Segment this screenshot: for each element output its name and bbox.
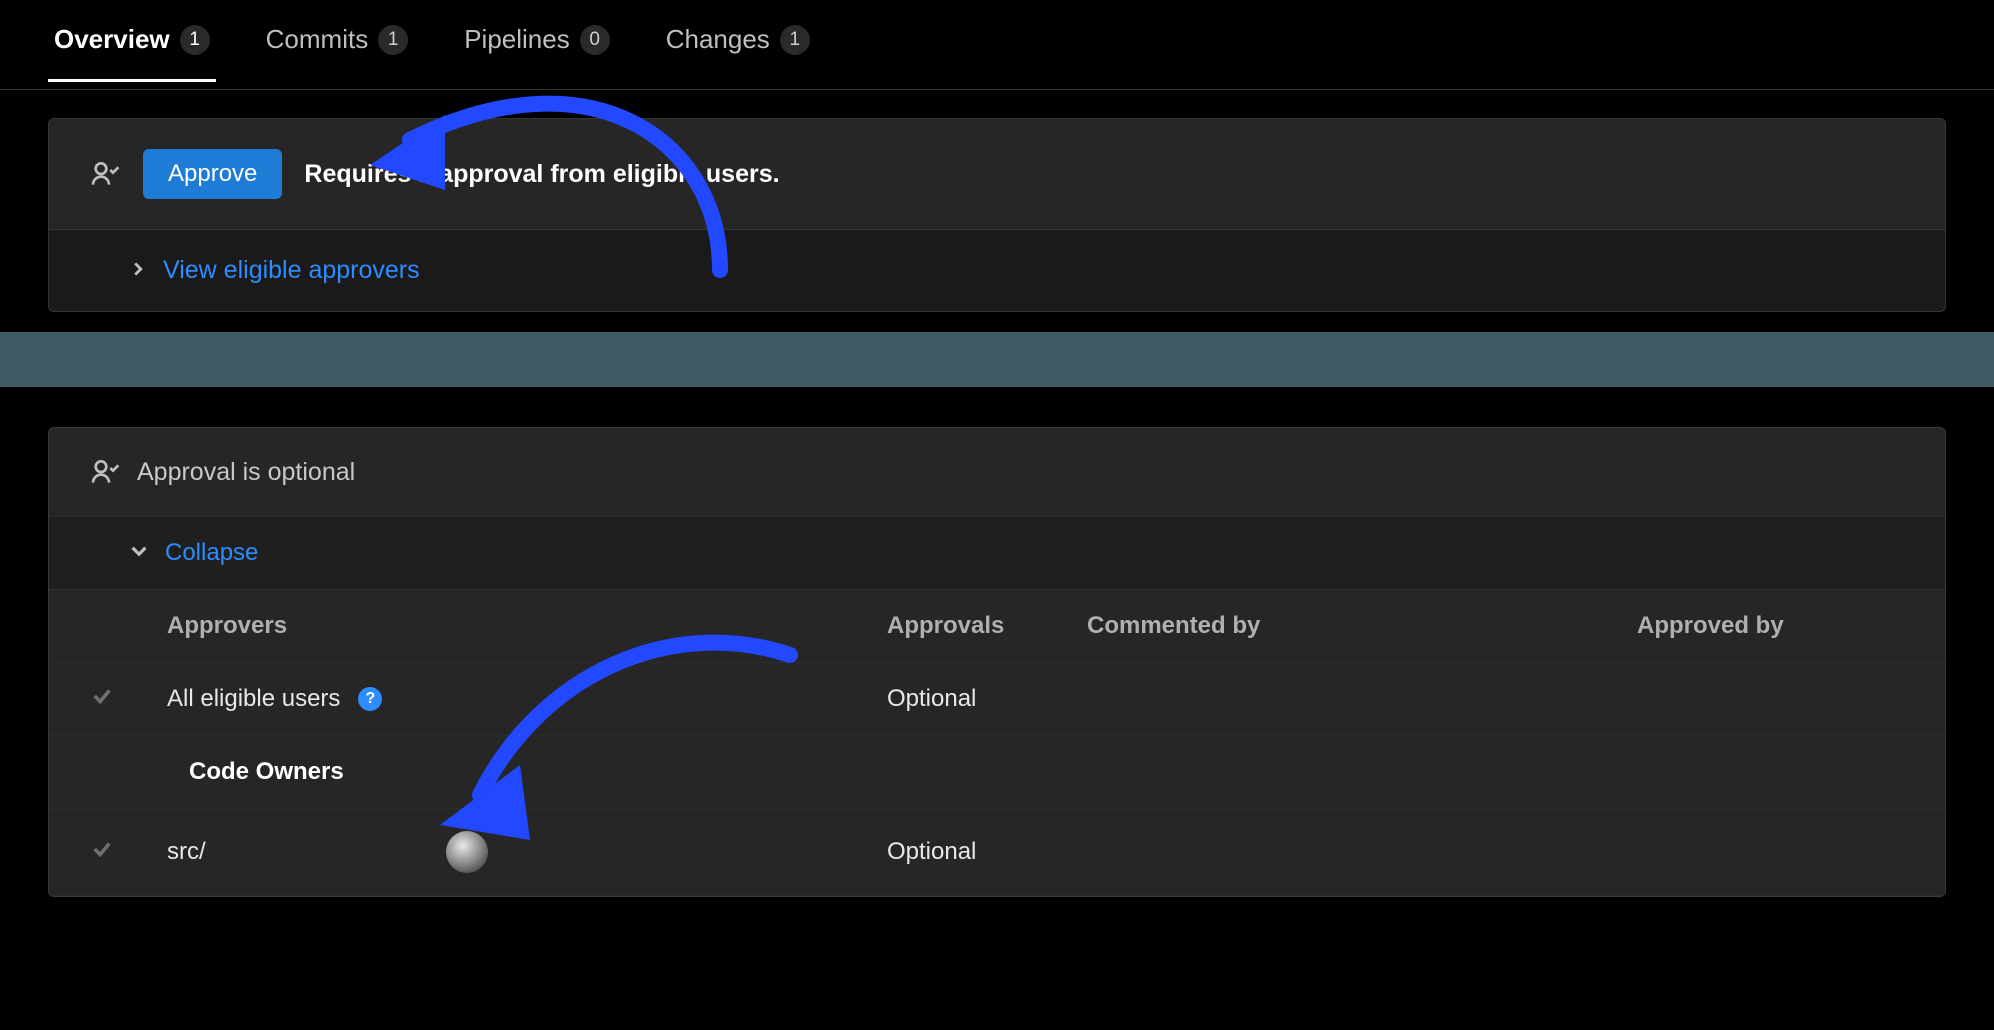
col-commented-by: Commented by xyxy=(1087,612,1637,640)
approver-status-icon xyxy=(89,158,121,190)
col-approved-by: Approved by xyxy=(1637,612,1905,640)
view-eligible-row[interactable]: View eligible approvers xyxy=(49,230,1945,311)
approvers-table-header: Approvers Approvals Commented by Approve… xyxy=(49,590,1945,663)
tabs-bar: Overview 1 Commits 1 Pipelines 0 Changes… xyxy=(0,0,1994,90)
view-eligible-link[interactable]: View eligible approvers xyxy=(163,256,420,285)
row-approvals: Optional xyxy=(887,838,1087,866)
check-icon xyxy=(91,838,113,866)
tab-label: Changes xyxy=(666,24,770,55)
col-approvals: Approvals xyxy=(887,612,1087,640)
row-label: src/ xyxy=(167,838,206,866)
chevron-right-icon xyxy=(131,260,145,281)
table-row-section-code-owners: Code Owners xyxy=(49,736,1945,809)
approval-optional-panel: Approval is optional Collapse Approvers … xyxy=(48,427,1946,897)
table-row-src: src/ Optional xyxy=(49,809,1945,896)
col-approvers: Approvers xyxy=(167,612,887,640)
row-label: All eligible users xyxy=(167,685,340,713)
tab-label: Pipelines xyxy=(464,24,570,55)
tab-badge: 1 xyxy=(780,25,810,55)
approval-header: Approve Requires 1 approval from eligibl… xyxy=(49,119,1945,230)
tab-label: Commits xyxy=(266,24,369,55)
tab-overview[interactable]: Overview 1 xyxy=(48,24,216,82)
approval-required-panel: Approve Requires 1 approval from eligibl… xyxy=(48,118,1946,312)
approve-button[interactable]: Approve xyxy=(143,149,282,199)
tab-changes[interactable]: Changes 1 xyxy=(660,24,816,82)
tab-label: Overview xyxy=(54,24,170,55)
collapse-link[interactable]: Collapse xyxy=(165,539,258,567)
section-label: Code Owners xyxy=(189,758,909,786)
tab-commits[interactable]: Commits 1 xyxy=(260,24,415,82)
approval-required-text: Requires 1 approval from eligible users. xyxy=(304,160,779,189)
table-row-all-eligible: All eligible users ? Optional xyxy=(49,663,1945,736)
collapse-row[interactable]: Collapse xyxy=(49,516,1945,590)
tab-badge: 1 xyxy=(378,25,408,55)
avatar[interactable] xyxy=(446,831,488,873)
row-approvals: Optional xyxy=(887,685,1087,713)
tab-badge: 0 xyxy=(580,25,610,55)
section-divider xyxy=(0,332,1994,387)
chevron-down-icon xyxy=(131,543,147,564)
approval-optional-text: Approval is optional xyxy=(137,458,355,487)
approver-status-icon xyxy=(89,456,121,488)
approval-optional-header: Approval is optional xyxy=(49,428,1945,516)
tab-pipelines[interactable]: Pipelines 0 xyxy=(458,24,616,82)
help-icon[interactable]: ? xyxy=(358,687,382,711)
tab-badge: 1 xyxy=(180,25,210,55)
check-icon xyxy=(91,685,113,713)
